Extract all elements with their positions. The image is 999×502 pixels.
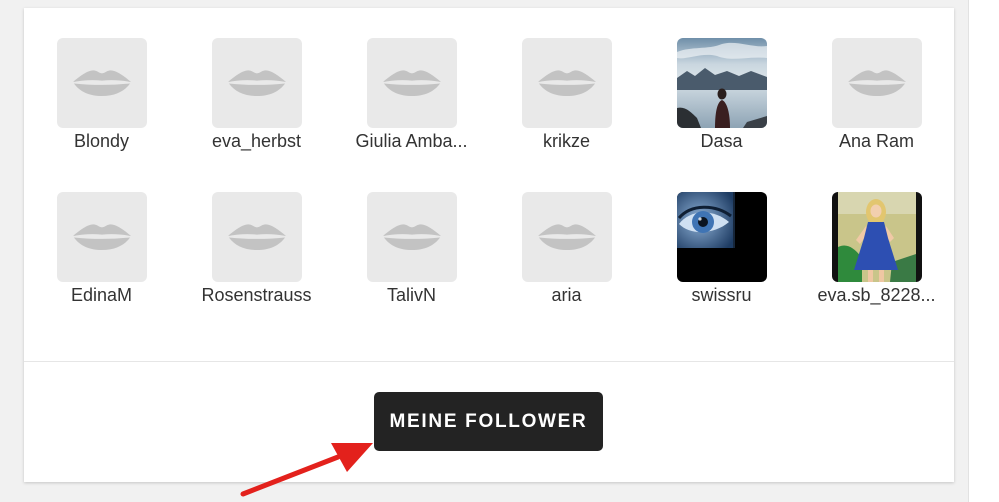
- follower-item[interactable]: swissru: [644, 192, 799, 346]
- avatar-photo[interactable]: [831, 192, 922, 282]
- follower-item[interactable]: EdinaM: [24, 192, 179, 346]
- avatar[interactable]: [211, 38, 302, 128]
- lips-icon: [228, 69, 286, 97]
- follower-name[interactable]: swissru: [691, 285, 751, 305]
- lips-icon: [848, 69, 906, 97]
- avatar[interactable]: [831, 38, 922, 128]
- lake-photo: [676, 38, 767, 128]
- eye-photo: [676, 192, 767, 282]
- lips-icon: [383, 223, 441, 251]
- follower-item[interactable]: Blondy: [24, 38, 179, 192]
- follower-item[interactable]: eva_herbst: [179, 38, 334, 192]
- follower-item[interactable]: Giulia Amba...: [334, 38, 489, 192]
- avatar[interactable]: [366, 38, 457, 128]
- followers-card: Blondy eva_herbst Giulia Amba... krikze: [24, 8, 954, 482]
- follower-item[interactable]: krikze: [489, 38, 644, 192]
- avatar[interactable]: [521, 38, 612, 128]
- lips-icon: [73, 223, 131, 251]
- follower-item[interactable]: Dasa: [644, 38, 799, 192]
- avatar-photo[interactable]: [676, 38, 767, 128]
- follower-name[interactable]: krikze: [543, 131, 590, 151]
- avatar[interactable]: [56, 192, 147, 282]
- follower-name[interactable]: Blondy: [74, 131, 129, 151]
- follower-name[interactable]: aria: [551, 285, 581, 305]
- follower-item[interactable]: eva.sb_8228...: [799, 192, 954, 346]
- girl-photo: [831, 192, 922, 282]
- side-panel: [968, 0, 999, 502]
- my-followers-button[interactable]: MEINE FOLLOWER: [374, 392, 603, 451]
- avatar[interactable]: [366, 192, 457, 282]
- follower-name[interactable]: Dasa: [700, 131, 742, 151]
- follower-name[interactable]: Giulia Amba...: [355, 131, 467, 151]
- follower-name[interactable]: eva.sb_8228...: [817, 285, 935, 305]
- lips-icon: [73, 69, 131, 97]
- follower-name[interactable]: EdinaM: [71, 285, 132, 305]
- follower-item[interactable]: Rosenstrauss: [179, 192, 334, 346]
- follower-name[interactable]: Ana Ram: [839, 131, 914, 151]
- follower-name[interactable]: eva_herbst: [212, 131, 301, 151]
- avatar[interactable]: [56, 38, 147, 128]
- lips-icon: [538, 69, 596, 97]
- lips-icon: [228, 223, 286, 251]
- avatar[interactable]: [521, 192, 612, 282]
- follower-name[interactable]: TalivN: [387, 285, 436, 305]
- lips-icon: [538, 223, 596, 251]
- divider: [24, 361, 954, 362]
- follower-item[interactable]: TalivN: [334, 192, 489, 346]
- follower-item[interactable]: Ana Ram: [799, 38, 954, 192]
- follower-name[interactable]: Rosenstrauss: [201, 285, 311, 305]
- followers-grid: Blondy eva_herbst Giulia Amba... krikze: [24, 38, 954, 346]
- follower-item[interactable]: aria: [489, 192, 644, 346]
- lips-icon: [383, 69, 441, 97]
- avatar[interactable]: [211, 192, 302, 282]
- avatar-photo[interactable]: [676, 192, 767, 282]
